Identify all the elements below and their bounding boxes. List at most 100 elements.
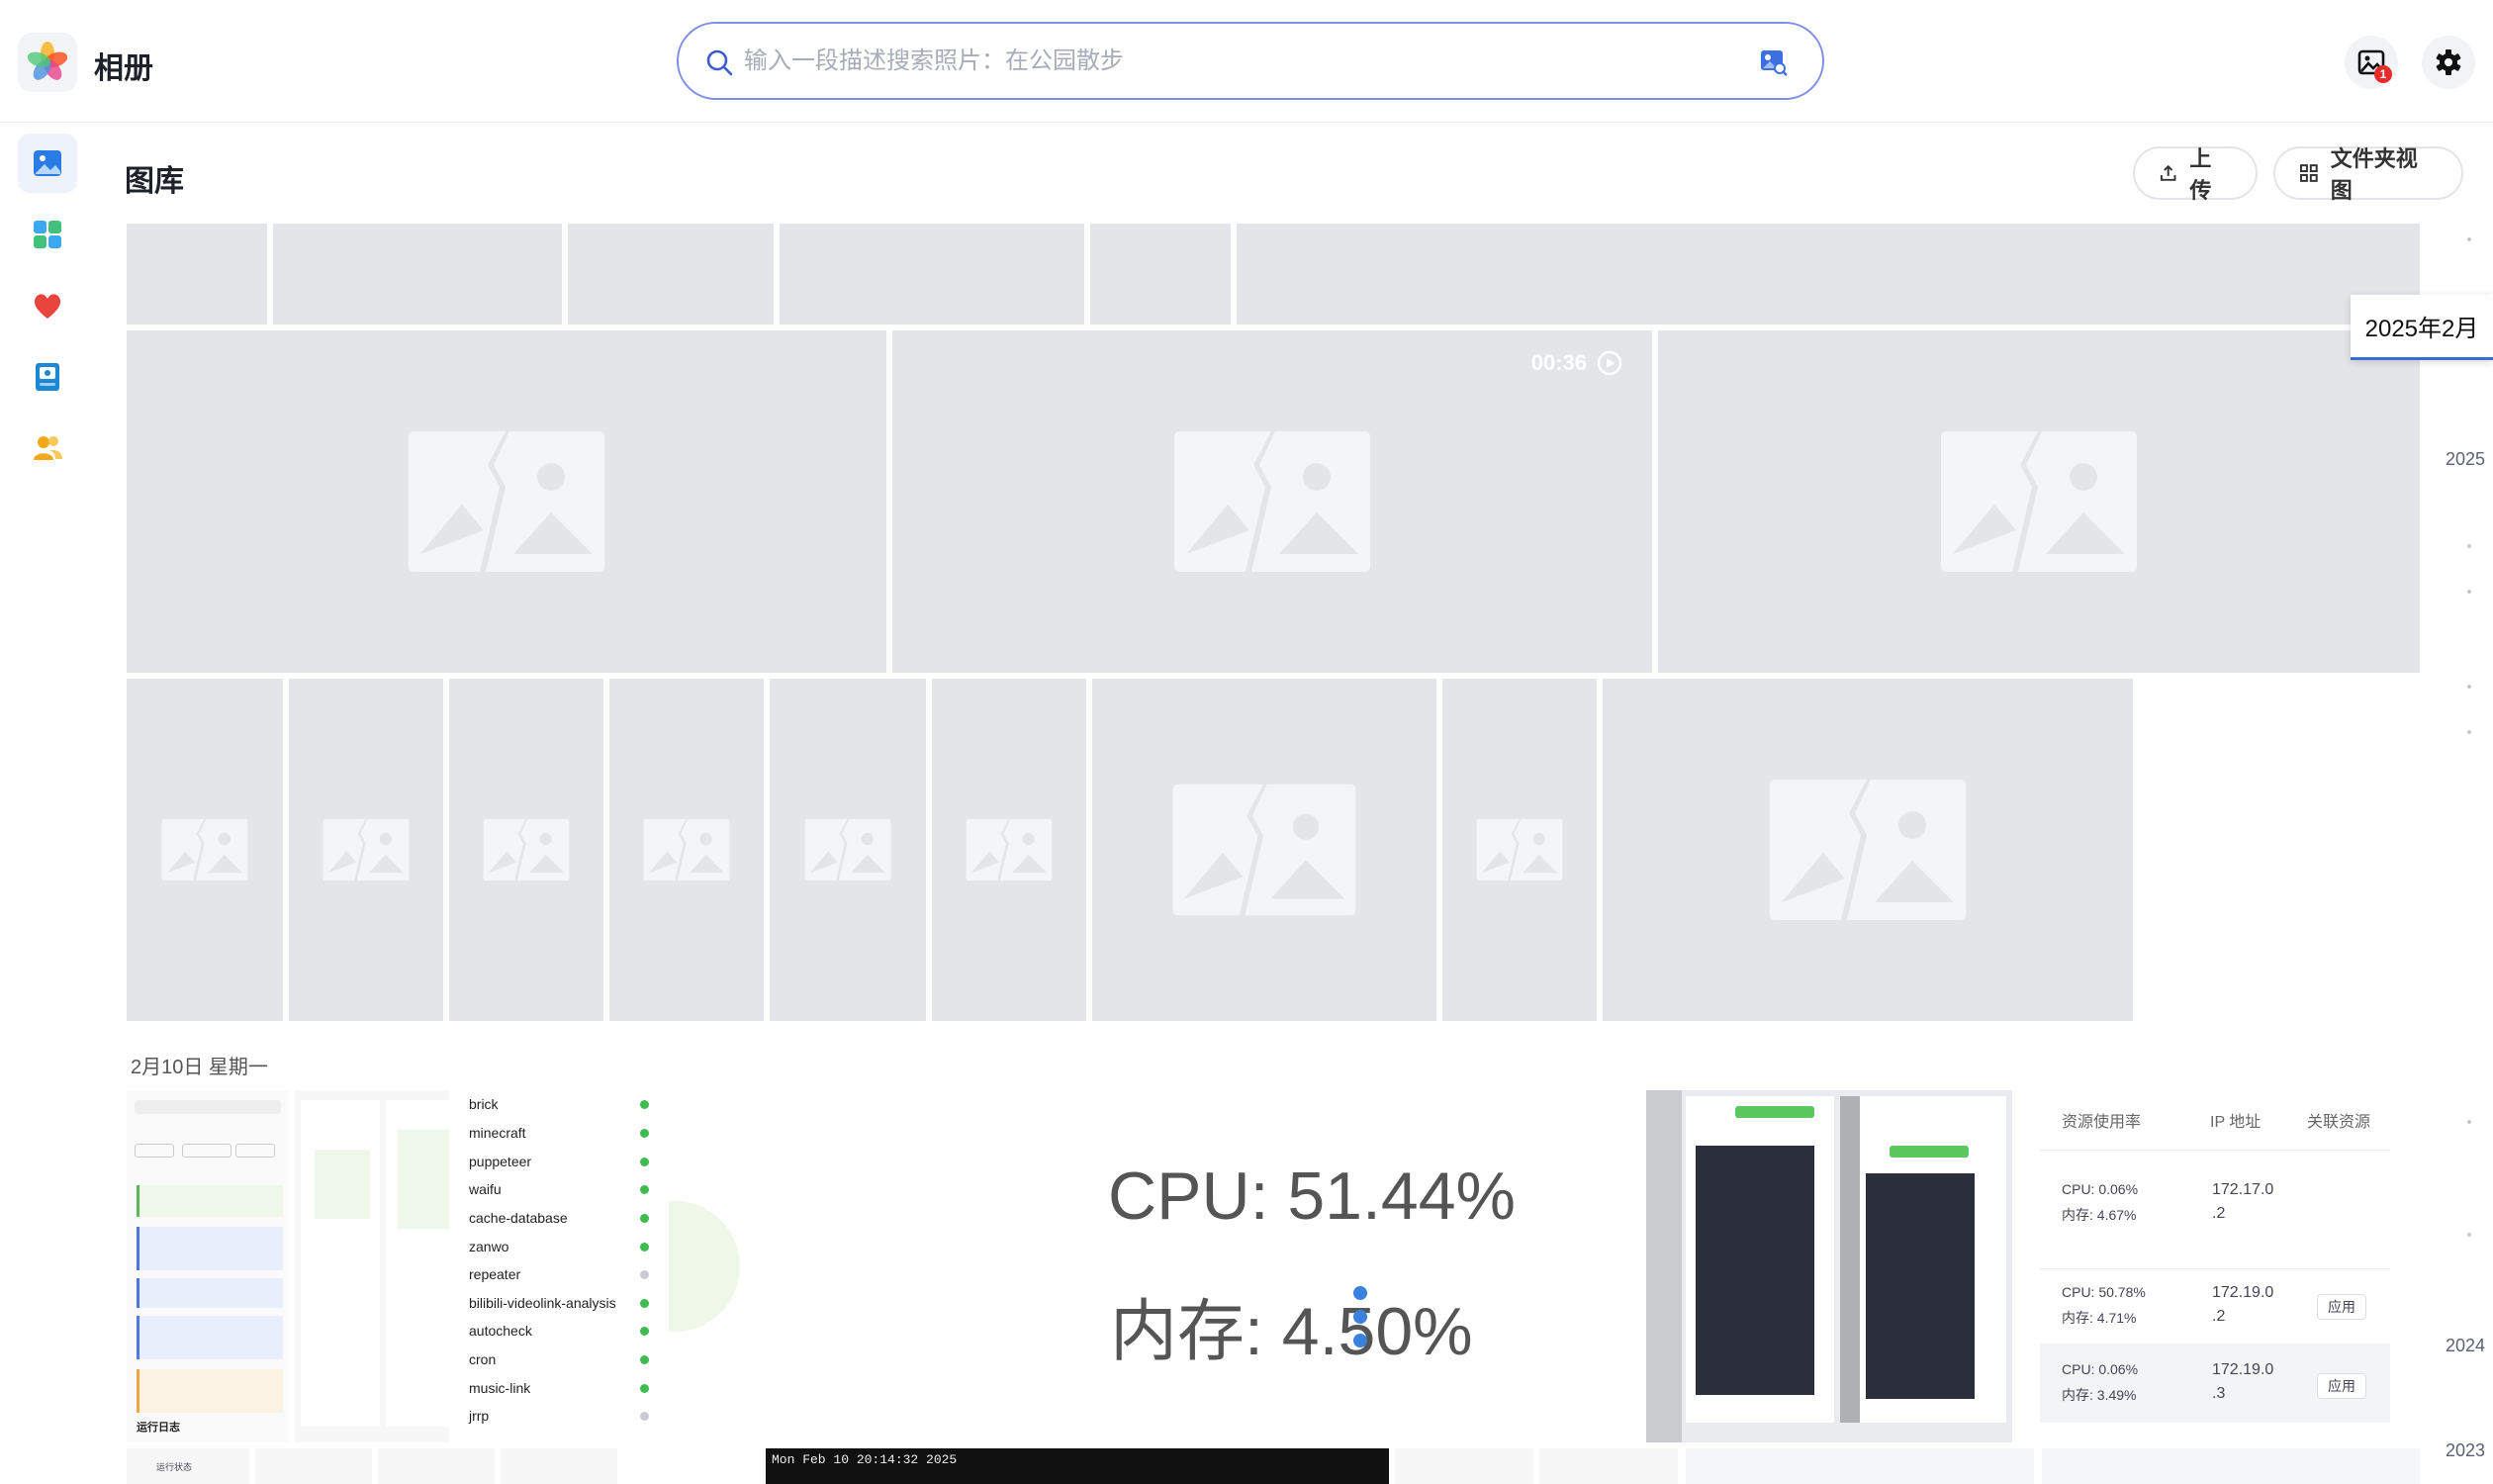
cpu-stats-screenshot[interactable]: CPU: 51.44% 内存: 4.50%: [669, 1090, 1767, 1442]
sidebar: [0, 124, 95, 1484]
cpu-text: CPU: 51.44%: [1108, 1159, 1516, 1234]
screenshot-thumbnail[interactable]: [255, 1448, 372, 1484]
upload-button[interactable]: 上传: [2133, 146, 2258, 203]
photo-thumbnail[interactable]: [127, 679, 283, 1021]
project-list-screenshot[interactable]: brick minecraft puppeteer waifu cache-da…: [449, 1090, 663, 1442]
timeline-year[interactable]: 2023: [2446, 1440, 2485, 1461]
image-placeholder-icon: [643, 818, 730, 881]
screenshot-thumbnail[interactable]: [1539, 1448, 1678, 1484]
photo-thumbnail[interactable]: [1658, 330, 2420, 673]
photo-notifications-button[interactable]: 1: [2345, 36, 2398, 89]
screenshot-thumbnail[interactable]: [1686, 1448, 2034, 1484]
folder-view-button[interactable]: 文件夹视图: [2273, 146, 2463, 203]
video-duration: 00:36: [1531, 350, 1622, 376]
grid-icon: [34, 221, 61, 248]
timeline-tick: [2467, 1120, 2471, 1124]
photo-thumbnail[interactable]: [1237, 224, 2420, 325]
ip-cell: 172.19.0: [2212, 1361, 2274, 1378]
image-placeholder-icon: [804, 818, 891, 881]
image-search-icon[interactable]: [1759, 47, 1789, 77]
screenshot-thumbnail[interactable]: [501, 1448, 617, 1484]
ip-cell: .2: [2212, 1205, 2226, 1222]
screenshot-thumbnail[interactable]: [2042, 1448, 2420, 1484]
cpu-cell: CPU: 0.06%: [2062, 1181, 2139, 1197]
project-name: bilibili-videolink-analysis: [469, 1295, 616, 1311]
status-dot: [640, 1100, 649, 1109]
column-header: 关联资源: [2307, 1114, 2371, 1131]
sidebar-item-gallery[interactable]: [18, 134, 77, 193]
project-name: jrrp: [469, 1408, 490, 1424]
sidebar-item-memories[interactable]: [18, 347, 77, 407]
column-header: IP 地址: [2210, 1114, 2262, 1131]
screenshot-thumbnail[interactable]: [378, 1448, 495, 1484]
sidebar-item-albums[interactable]: [18, 205, 77, 264]
photo-thumbnail[interactable]: [932, 679, 1086, 1021]
app-logo[interactable]: [18, 33, 77, 92]
project-name: puppeteer: [469, 1154, 532, 1169]
timeline-tick: [2467, 590, 2471, 594]
green-circle: [669, 1201, 740, 1332]
image-placeholder-icon: [1941, 431, 2137, 572]
project-name: brick: [469, 1096, 499, 1112]
ip-cell: 172.19.0: [2212, 1284, 2274, 1301]
cpu-cell: CPU: 50.78%: [2062, 1284, 2146, 1300]
upload-label: 上传: [2189, 146, 2212, 203]
status-dot: [640, 1129, 649, 1138]
photo-thumbnail[interactable]: [1090, 224, 1231, 325]
apply-button: 应用: [2317, 1294, 2366, 1320]
status-dot: [640, 1270, 649, 1279]
screenshot-thumbnail[interactable]: 运行状态: [127, 1448, 249, 1484]
photo-thumbnail[interactable]: [568, 224, 774, 325]
status-dot: [640, 1158, 649, 1166]
search-input[interactable]: [744, 42, 1733, 81]
screenshot-thumbnail[interactable]: 运行日志: [127, 1090, 289, 1442]
timeline-tick: [2467, 1233, 2471, 1237]
image-placeholder-icon: [409, 431, 604, 572]
image-placeholder-icon: [483, 818, 570, 881]
photo-thumbnail[interactable]: [609, 679, 764, 1021]
status-dot: [640, 1327, 649, 1336]
video-thumbnail[interactable]: 00:36: [892, 330, 1652, 673]
cpu-cell: CPU: 0.06%: [2062, 1361, 2139, 1377]
memory-cell: 内存: 4.71%: [2062, 1310, 2137, 1326]
pixelated-image: [1696, 1146, 1814, 1395]
photo-thumbnail[interactable]: [273, 224, 562, 325]
screenshot-thumbnail[interactable]: [1646, 1090, 2012, 1442]
sidebar-item-favorites[interactable]: [18, 276, 77, 335]
ip-cell: .3: [2212, 1385, 2226, 1402]
search-icon: [706, 49, 733, 76]
photo-thumbnail[interactable]: [1603, 679, 2133, 1021]
timeline-year[interactable]: 2024: [2446, 1336, 2485, 1356]
notification-badge: 1: [2374, 65, 2392, 83]
status-dot: [640, 1412, 649, 1421]
apply-button: 应用: [2317, 1373, 2366, 1399]
pixelated-image: [1866, 1173, 1975, 1399]
photo-thumbnail[interactable]: [1442, 679, 1597, 1021]
resource-table-screenshot[interactable]: 资源使用率 IP 地址 关联资源 CPU: 0.06% 内存: 4.67% 17…: [2020, 1090, 2420, 1442]
search-box[interactable]: [677, 22, 1824, 100]
terminal-screenshot[interactable]: Mon Feb 10 20:14:32 2025: [766, 1448, 1389, 1484]
photo-thumbnail[interactable]: [449, 679, 603, 1021]
timeline-tick: [2467, 685, 2471, 689]
photo-thumbnail[interactable]: [770, 679, 926, 1021]
photo-thumbnail[interactable]: [127, 330, 886, 673]
sidebar-item-people[interactable]: [18, 418, 77, 478]
flower-logo-icon: [27, 42, 68, 80]
project-name: zanwo: [469, 1239, 509, 1254]
photo-thumbnail[interactable]: [127, 224, 267, 325]
folder-view-label: 文件夹视图: [2330, 146, 2418, 203]
screenshot-thumbnail[interactable]: [1395, 1448, 1533, 1484]
photo-thumbnail[interactable]: [289, 679, 443, 1021]
top-bar: 相册 1: [0, 0, 2493, 123]
status-dot: [640, 1243, 649, 1252]
app-title: 相册: [94, 52, 153, 85]
timeline-scrubber[interactable]: 2025 2024 2023: [2430, 224, 2493, 1484]
terminal-text: Mon Feb 10 20:14:32 2025: [772, 1452, 958, 1467]
timeline-year[interactable]: 2025: [2446, 449, 2485, 470]
photo-thumbnail[interactable]: [1092, 679, 1436, 1021]
project-name: cron: [469, 1351, 497, 1367]
project-name: repeater: [469, 1266, 521, 1282]
heart-icon: [34, 294, 61, 319]
settings-button[interactable]: [2422, 36, 2475, 89]
photo-thumbnail[interactable]: [780, 224, 1084, 325]
